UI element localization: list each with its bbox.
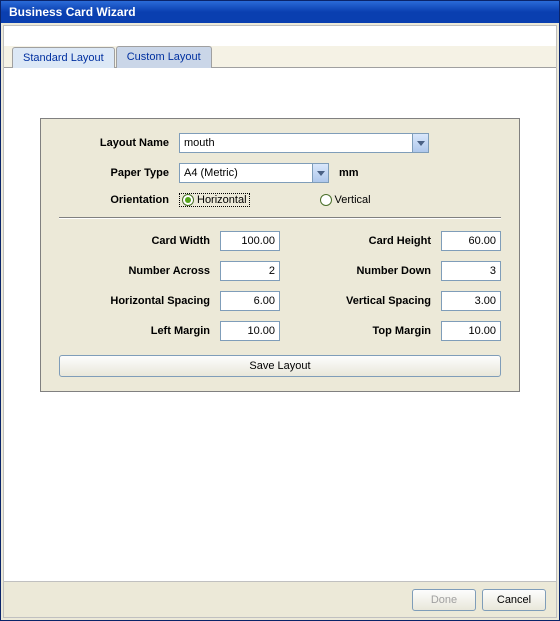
- done-button[interactable]: Done: [412, 589, 476, 611]
- save-layout-button[interactable]: Save Layout: [59, 355, 501, 377]
- cancel-button[interactable]: Cancel: [482, 589, 546, 611]
- card-width-input[interactable]: [220, 231, 280, 251]
- tab-custom-layout[interactable]: Custom Layout: [116, 46, 212, 68]
- vertical-spacing-input[interactable]: [441, 291, 501, 311]
- radio-icon: [182, 194, 194, 206]
- left-margin-input[interactable]: [220, 321, 280, 341]
- radio-vertical-label: Vertical: [335, 194, 371, 206]
- label-paper-type: Paper Type: [59, 167, 179, 179]
- radio-icon: [320, 194, 332, 206]
- tab-label: Custom Layout: [127, 51, 201, 63]
- wizard-window: Business Card Wizard Standard Layout Cus…: [0, 0, 560, 621]
- tab-standard-layout[interactable]: Standard Layout: [12, 47, 115, 68]
- content-area: Standard Layout Custom Layout Layout Nam…: [3, 25, 557, 618]
- top-margin-input[interactable]: [441, 321, 501, 341]
- titlebar: Business Card Wizard: [1, 1, 559, 23]
- label-card-width: Card Width: [59, 235, 220, 247]
- label-horizontal-spacing: Horizontal Spacing: [59, 295, 220, 307]
- divider: [59, 217, 501, 219]
- label-orientation: Orientation: [59, 194, 179, 206]
- radio-horizontal[interactable]: Horizontal: [179, 193, 250, 207]
- window-title: Business Card Wizard: [9, 5, 136, 19]
- number-across-input[interactable]: [220, 261, 280, 281]
- measurement-grid: Card Width Card Height Number Across Num…: [59, 231, 501, 351]
- layout-name-value: mouth: [184, 137, 215, 149]
- paper-type-combo[interactable]: A4 (Metric): [179, 163, 329, 183]
- radio-horizontal-label: Horizontal: [197, 194, 247, 206]
- tab-label: Standard Layout: [23, 52, 104, 64]
- label-top-margin: Top Margin: [280, 325, 441, 337]
- label-number-across: Number Across: [59, 265, 220, 277]
- layout-panel: Layout Name mouth Paper Type A4 (Metric): [40, 118, 520, 392]
- horizontal-spacing-input[interactable]: [220, 291, 280, 311]
- paper-type-value: A4 (Metric): [184, 167, 238, 179]
- layout-name-combo[interactable]: mouth: [179, 133, 429, 153]
- tab-body: Layout Name mouth Paper Type A4 (Metric): [4, 68, 556, 581]
- label-vertical-spacing: Vertical Spacing: [280, 295, 441, 307]
- label-layout-name: Layout Name: [59, 137, 179, 149]
- label-number-down: Number Down: [280, 265, 441, 277]
- paper-unit: mm: [339, 167, 359, 179]
- label-card-height: Card Height: [280, 235, 441, 247]
- number-down-input[interactable]: [441, 261, 501, 281]
- chevron-down-icon[interactable]: [312, 164, 328, 182]
- radio-vertical[interactable]: Vertical: [320, 194, 371, 206]
- chevron-down-icon[interactable]: [412, 134, 428, 152]
- footer: Done Cancel: [4, 581, 556, 617]
- card-height-input[interactable]: [441, 231, 501, 251]
- tab-bar: Standard Layout Custom Layout: [4, 46, 556, 68]
- label-left-margin: Left Margin: [59, 325, 220, 337]
